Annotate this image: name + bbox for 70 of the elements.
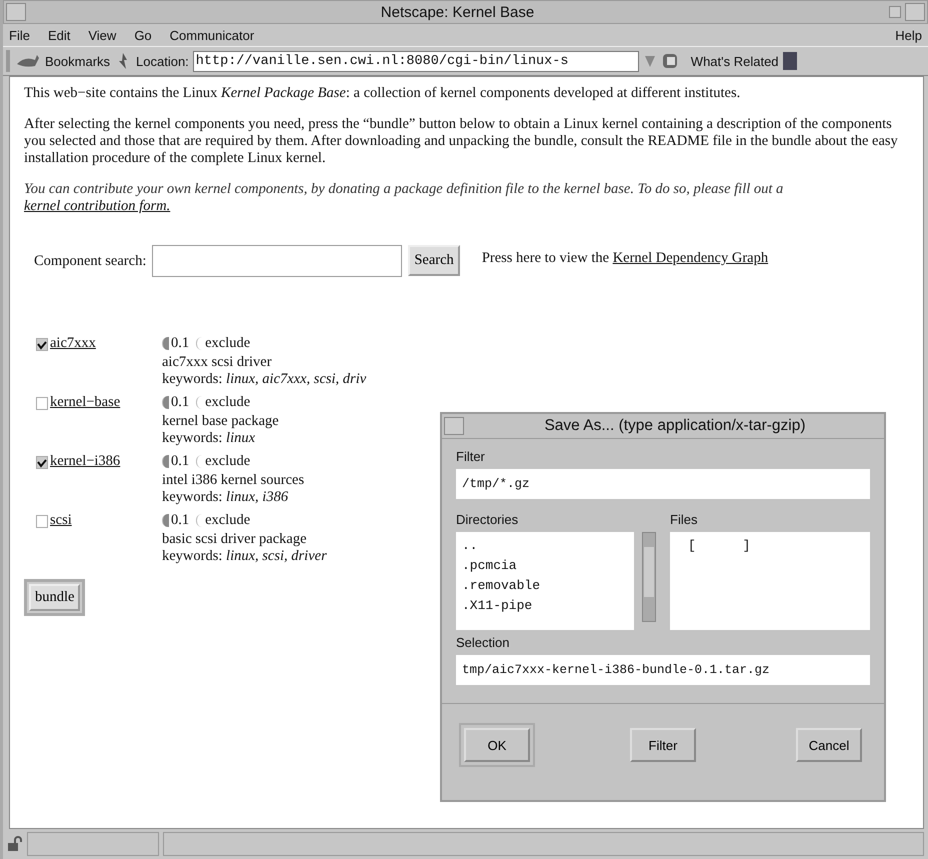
component-keywords: keywords: linux, aic7xxx, scsi, driv [162,371,366,388]
bundle-button[interactable]: bundle [29,584,80,611]
intro-paragraph: This web−site contains the Linux Kernel Package Base: a collection of kernel components developed at different institutes. [24,85,742,102]
menu-item[interactable]: File [9,28,30,42]
component-checkbox[interactable] [36,456,48,469]
version-radio[interactable] [162,514,169,527]
component-description: intel i386 kernel sources [162,472,304,489]
option-label: exclude [205,335,250,352]
selection-field[interactable]: tmp/aic7xxx-kernel-i386-bundle-0.1.tar.gz [456,655,870,685]
option-label: exclude [205,512,250,529]
option-label: 0.1 [171,394,190,411]
location-label: Location: [136,54,189,68]
directory-item[interactable]: .X11-pipe [462,596,628,616]
selection-label: Selection [456,635,510,650]
menu-item[interactable]: Communicator [170,28,254,42]
directory-item[interactable]: .pcmcia [462,556,628,576]
version-radio[interactable] [162,455,169,468]
version-radio[interactable] [162,396,169,409]
component-keywords: keywords: linux [162,430,256,447]
dependency-graph-link[interactable]: Kernel Dependency Graph [612,250,768,266]
lock-icon [7,836,23,852]
dependency-graph-text: Press here to view the Kernel Dependency Graph [482,250,770,267]
directory-item[interactable]: .. [462,536,628,556]
search-field[interactable] [152,245,402,277]
toolbar-grip-icon[interactable] [5,50,11,72]
component-description: kernel base package [162,413,279,430]
scrollbar[interactable] [642,532,656,622]
window-menu-button[interactable] [6,3,26,21]
component-description: aic7xxx scsi driver [162,354,273,371]
component-link[interactable]: aic7xxx [50,335,96,352]
files-label: Files [670,512,698,527]
help-menu[interactable]: Help [895,28,922,42]
location-field[interactable]: http://vanille.sen.cwi.nl:8080/cgi-bin/linux-s [192,50,639,72]
directories-label: Directories [456,512,520,527]
version-radio[interactable] [162,337,169,350]
dialog-title: Save As... (type application/x-tar-gzip) [543,417,807,435]
search-button[interactable]: Search [408,245,460,276]
filter-field[interactable]: /tmp/*.gz [456,469,870,499]
menu-item[interactable]: View [88,28,116,42]
filter-label: Filter [456,449,486,464]
maximize-button[interactable] [905,3,925,21]
directory-item[interactable]: .removable [462,576,628,596]
minimize-button[interactable] [889,6,901,18]
option-label: 0.1 [171,512,190,529]
option-label: 0.1 [171,453,190,470]
component-checkbox[interactable] [36,397,48,410]
component-checkbox[interactable] [36,338,48,351]
component-description: basic scsi driver package [162,531,308,548]
component-link[interactable]: kernel−base [50,394,120,411]
window-title: Netscape: Kernel Base [380,4,536,20]
file-item[interactable]: [ ] [688,536,864,556]
menu-item[interactable]: Go [134,28,152,42]
option-label: 0.1 [171,335,190,352]
contribution-note: You can contribute your own kernel components, by donating a package definition file to the kernel base. To do so, please fill out a kernel contribution form. [24,181,784,215]
dialog-button[interactable]: Filter [630,728,696,762]
option-label: exclude [205,453,250,470]
component-checkbox[interactable] [36,515,48,528]
search-label: Component search: [34,253,146,270]
component-keywords: keywords: linux, i386 [162,489,290,506]
intro-paragraph: After selecting the kernel components you need, press the “bundle” button below to obtain a Linux kernel containing a description of the components you selected and those that are required by them. After downloading and unpacking the bundle, consult the README file in the bundle about the easy installation procedure of the complete Linux kernel. [24,116,899,167]
whats-related-button[interactable]: What's Related [690,54,779,68]
bookmarks-button[interactable]: Bookmarks [45,54,110,68]
component-link[interactable]: kernel−i386 [50,453,120,470]
menu-item[interactable]: Edit [48,28,70,42]
option-label: exclude [205,394,250,411]
component-link[interactable]: scsi [50,512,72,529]
contribution-form-link[interactable]: kernel contribution form. [24,198,170,214]
window-menu-button[interactable] [444,417,464,435]
component-keywords: keywords: linux, scsi, driver [162,548,327,565]
dialog-button[interactable]: Cancel [796,728,862,762]
